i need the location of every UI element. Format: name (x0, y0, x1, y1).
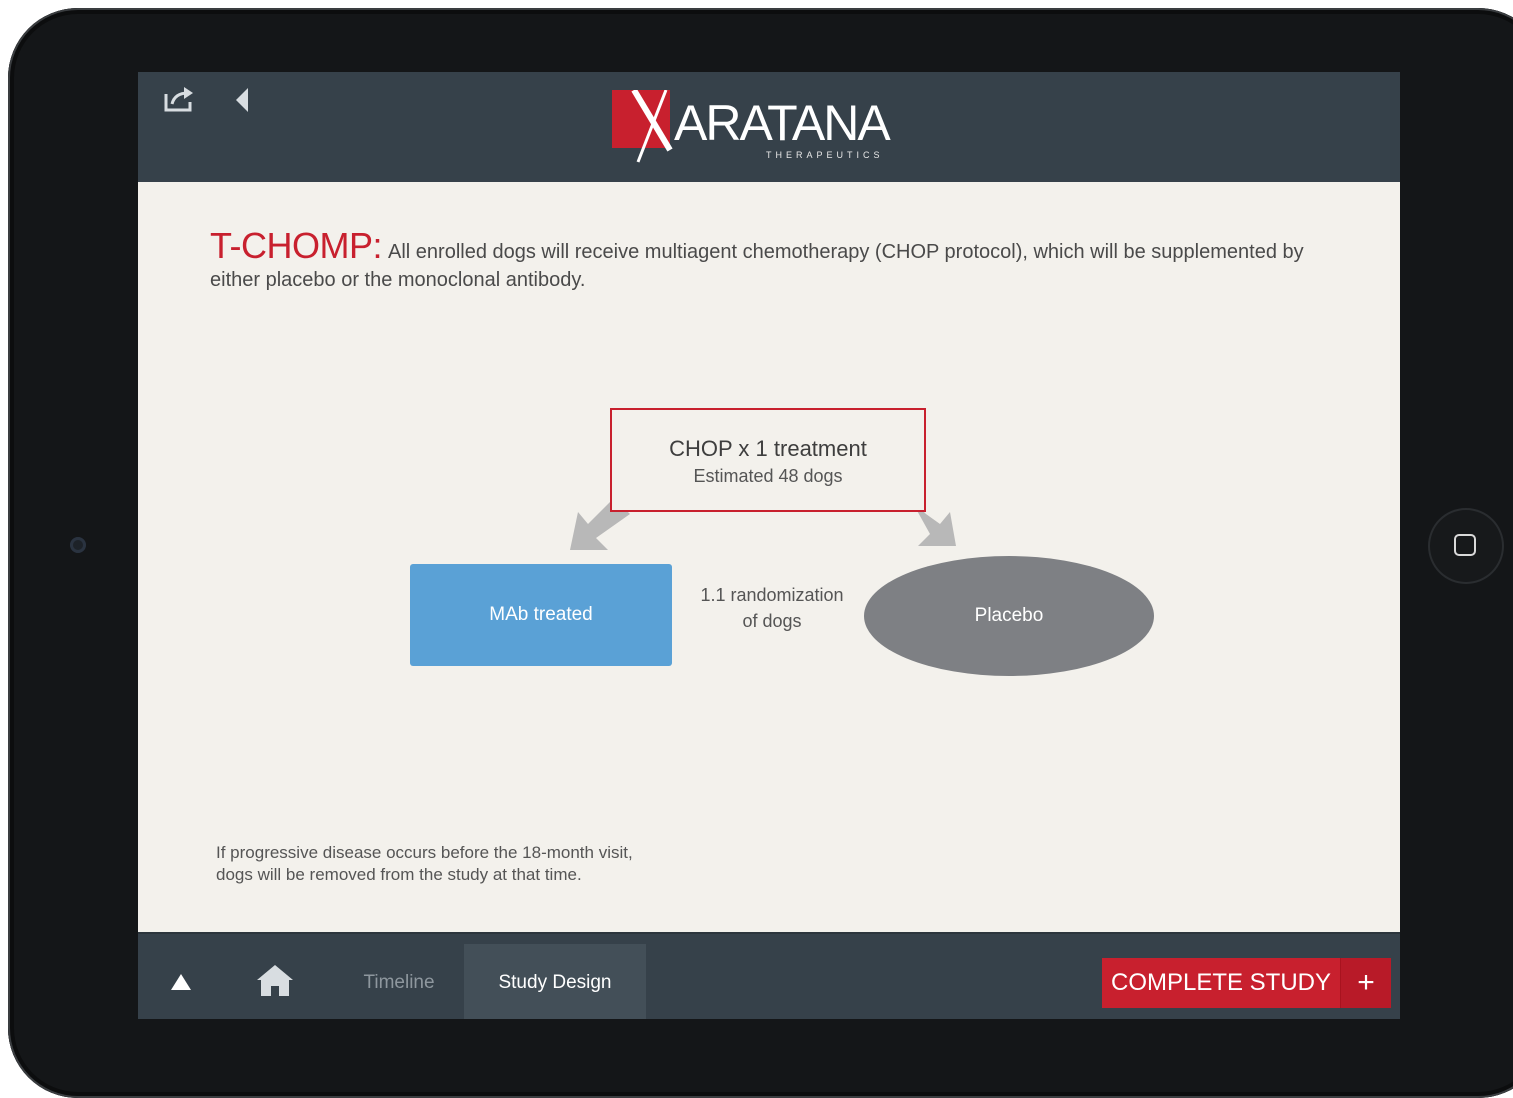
home-icon[interactable] (254, 962, 296, 998)
study-title: T-CHOMP: (210, 225, 383, 266)
footnote: If progressive disease occurs before the… (216, 842, 736, 886)
logo-name: ARATANA (674, 95, 891, 151)
logo-x-mark (631, 90, 673, 163)
share-icon[interactable] (162, 84, 196, 114)
footnote-line-1: If progressive disease occurs before the… (216, 843, 633, 862)
chop-treatment-box: CHOP x 1 treatment Estimated 48 dogs (610, 408, 926, 512)
randomization-line-2: of dogs (742, 611, 802, 631)
top-bar: ARATANA THERAPEUTICS (138, 72, 1400, 182)
aratana-logo: ARATANA THERAPEUTICS (610, 90, 920, 165)
add-button[interactable]: + (1340, 958, 1391, 1008)
footnote-line-2: dogs will be removed from the study at t… (216, 865, 582, 884)
app-screen: ARATANA THERAPEUTICS T-CHOMP: All enrolle… (138, 72, 1400, 1019)
placebo-label: Placebo (974, 605, 1044, 626)
tab-timeline[interactable]: Timeline (334, 944, 464, 1019)
home-square-icon (1454, 534, 1476, 556)
logo-subtitle: THERAPEUTICS (766, 150, 884, 160)
up-arrow-icon[interactable] (170, 972, 192, 992)
randomization-line-1: 1.1 randomization (700, 585, 844, 605)
camera-icon (70, 537, 86, 553)
device-home-button[interactable] (1430, 510, 1502, 582)
mab-treated-box: MAb treated (410, 564, 672, 666)
bottom-bar: Timeline Study Design COMPLETE STUDY + (138, 932, 1400, 1019)
chop-title: CHOP x 1 treatment (669, 436, 867, 461)
randomization-label: 1.1 randomization of dogs (686, 582, 858, 634)
placebo-ellipse: Placebo (864, 556, 1154, 676)
chop-subtitle: Estimated 48 dogs (693, 466, 843, 486)
study-description: T-CHOMP: All enrolled dogs will receive m… (210, 228, 1320, 294)
complete-study-button[interactable]: COMPLETE STUDY (1102, 958, 1340, 1008)
mab-label: MAb treated (489, 604, 593, 625)
tab-study-design[interactable]: Study Design (464, 944, 646, 1019)
back-arrow-icon[interactable] (234, 86, 252, 114)
